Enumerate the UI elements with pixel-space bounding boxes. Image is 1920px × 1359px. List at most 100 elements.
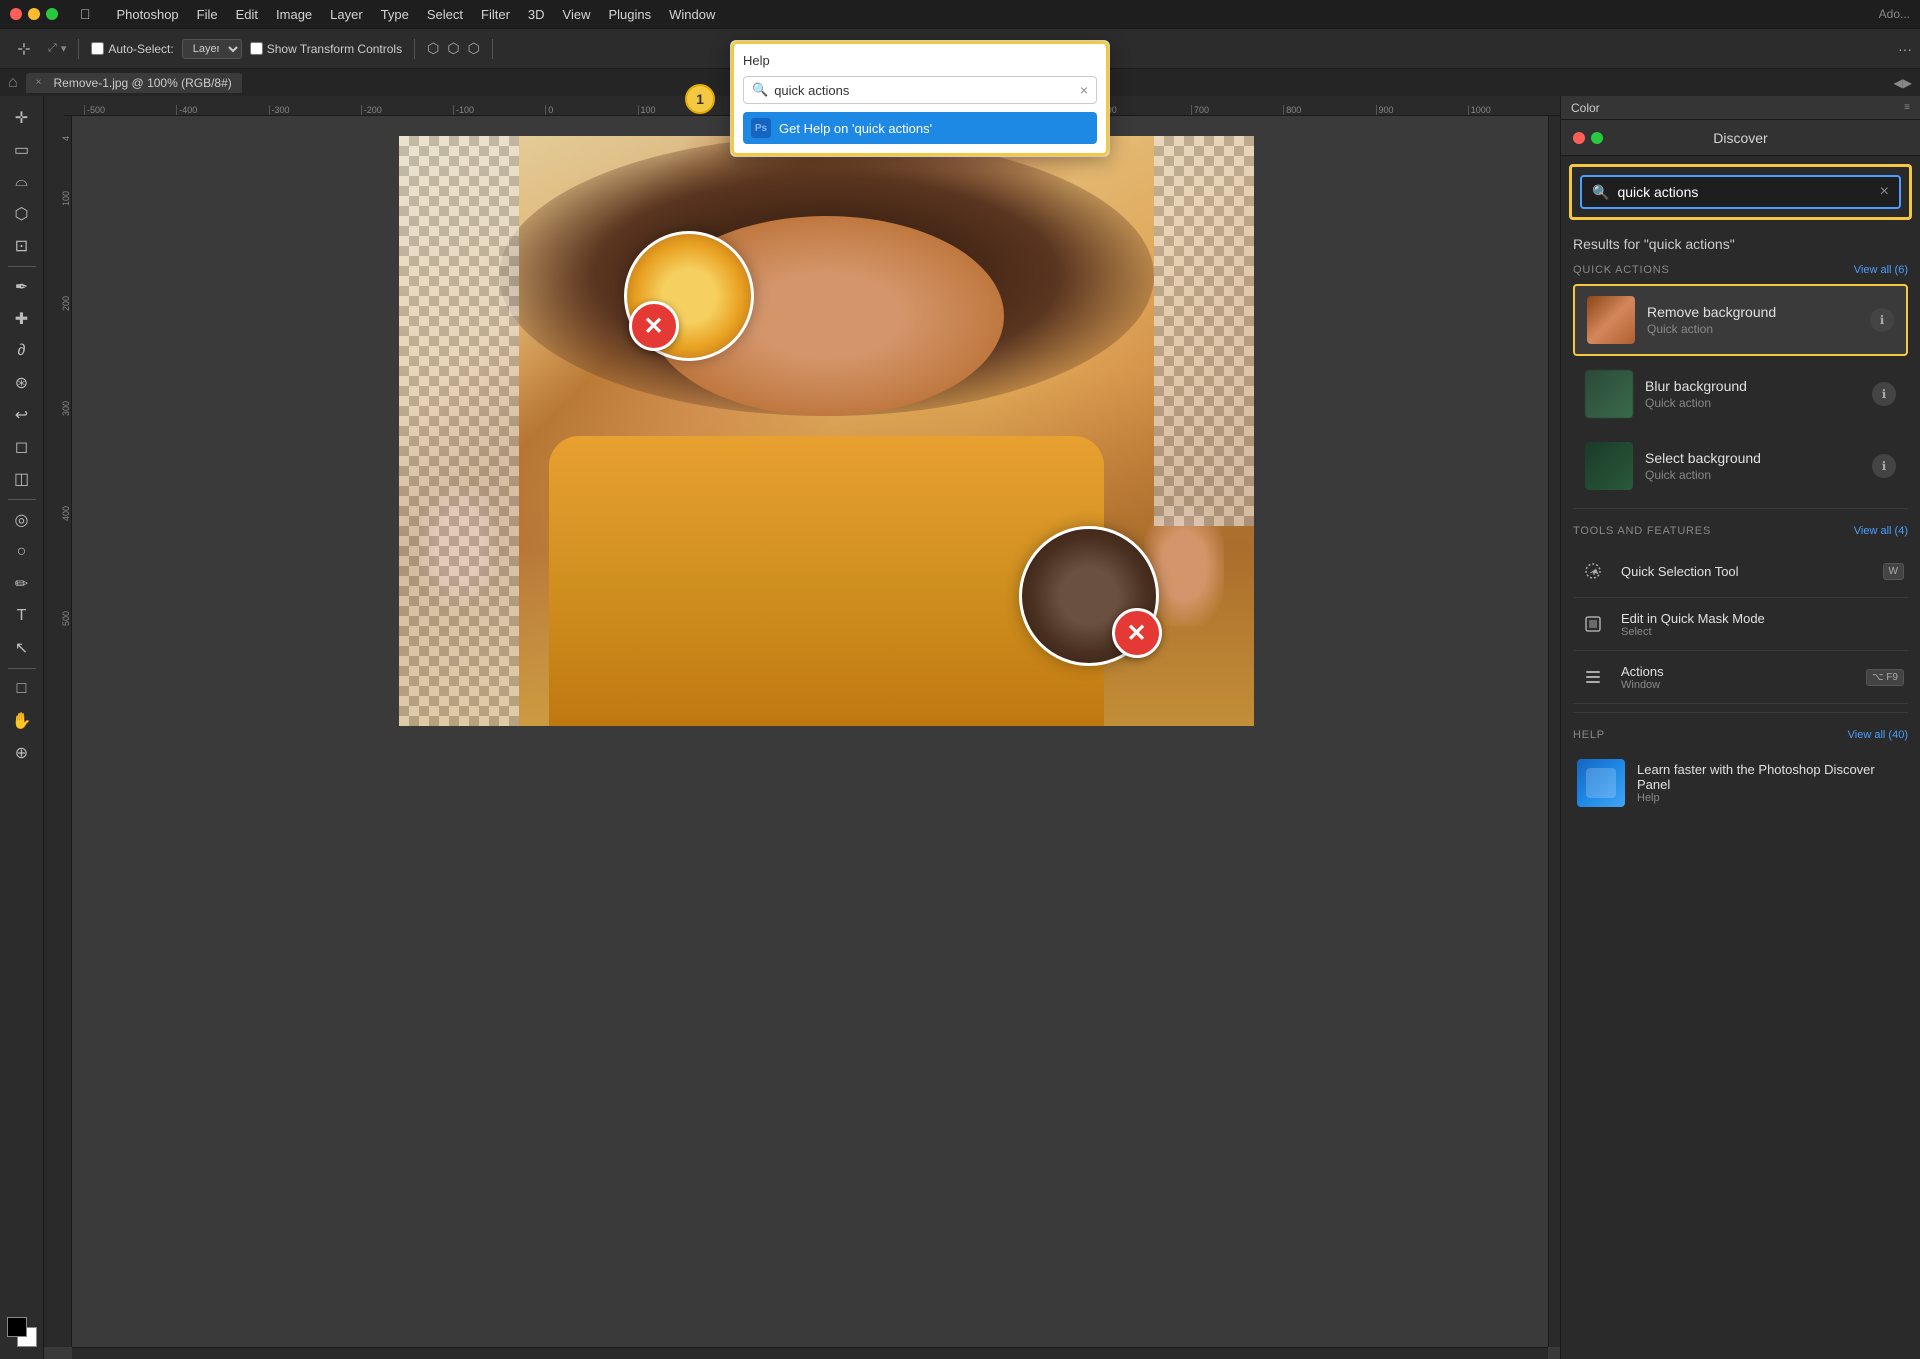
maximize-button[interactable] — [46, 8, 58, 20]
hand-tool[interactable]: ✋ — [6, 707, 38, 735]
remove-background-info-button[interactable]: ℹ — [1870, 308, 1894, 332]
select-background-name: Select background — [1645, 450, 1860, 466]
vertical-scrollbar[interactable] — [1548, 116, 1560, 1347]
discover-maximize[interactable] — [1591, 132, 1603, 144]
quick-selection-tool[interactable]: ⬡ — [6, 200, 38, 228]
zoom-tool[interactable]: ⊕ — [6, 739, 38, 767]
results-heading: Results for "quick actions" — [1573, 236, 1908, 252]
ruler-tick: 1000 — [1468, 105, 1560, 115]
help-clear-button[interactable]: × — [1080, 82, 1088, 98]
help-section-header: HELP View all (40) — [1573, 729, 1908, 741]
minimize-button[interactable] — [28, 8, 40, 20]
history-brush[interactable]: ↩ — [6, 401, 38, 429]
ruler-tick: 800 — [1283, 105, 1375, 115]
separator-3 — [492, 39, 493, 59]
spacer-1 — [1573, 517, 1908, 525]
discover-panel-title: Discover — [1713, 130, 1767, 146]
select-background-info: Select background Quick action — [1645, 450, 1860, 482]
quick-selection-tool-item[interactable]: Quick Selection Tool W — [1573, 545, 1908, 598]
discover-close[interactable] — [1573, 132, 1585, 144]
actions-item[interactable]: Actions Window ⌥ F9 — [1573, 651, 1908, 704]
color-swatches[interactable] — [7, 1317, 37, 1347]
help-result-item[interactable]: Ps Get Help on 'quick actions' — [743, 112, 1097, 144]
type-tool[interactable]: T — [6, 602, 38, 630]
menu-plugins[interactable]: Plugins — [609, 7, 652, 22]
blur-background-card[interactable]: Blur background Quick action ℹ — [1573, 360, 1908, 428]
panel-arrows-icon[interactable]: ◀▶ — [1894, 76, 1912, 90]
pen-tool[interactable]: ✏ — [6, 570, 38, 598]
discover-panel-help-name: Learn faster with the Photoshop Discover… — [1637, 762, 1904, 792]
more-options-icon[interactable]: ··· — [1898, 41, 1912, 57]
separator-2 — [414, 39, 415, 59]
view-all-quick-actions[interactable]: View all (6) — [1854, 264, 1908, 276]
separator-1 — [78, 39, 79, 59]
tab-close-button[interactable]: × — [36, 77, 42, 88]
close-button[interactable] — [10, 8, 22, 20]
ruler-tick: -200 — [361, 105, 453, 115]
blur-background-type: Quick action — [1645, 396, 1860, 410]
ruler-left: 4 100 200 300 400 500 — [44, 116, 72, 1347]
menu-filter[interactable]: Filter — [481, 7, 510, 22]
actions-icon — [1577, 661, 1609, 693]
select-background-info-button[interactable]: ℹ — [1872, 454, 1896, 478]
menu-select[interactable]: Select — [427, 7, 463, 22]
brush-tool[interactable]: ∂ — [6, 337, 38, 365]
shape-tool[interactable]: □ — [6, 675, 38, 703]
path-selection-tool[interactable]: ↖ — [6, 634, 38, 662]
blur-background-info-button[interactable]: ℹ — [1872, 382, 1896, 406]
discover-panel-help-item[interactable]: Learn faster with the Photoshop Discover… — [1573, 749, 1908, 817]
align-left-icon[interactable]: ⬡ — [427, 40, 439, 57]
blur-tool[interactable]: ◎ — [6, 506, 38, 534]
menu-3d[interactable]: 3D — [528, 7, 545, 22]
healing-tool[interactable]: ✚ — [6, 305, 38, 333]
help-search-input[interactable] — [774, 83, 1074, 98]
view-all-tools[interactable]: View all (4) — [1854, 525, 1908, 537]
move-tool-dropdown[interactable]: ▾ — [61, 42, 67, 55]
move-tool-icon[interactable]: ⊹ — [8, 35, 40, 63]
dodge-tool[interactable]: ○ — [6, 538, 38, 566]
menu-photoshop[interactable]: Photoshop — [117, 7, 179, 22]
foreground-color[interactable] — [7, 1317, 27, 1337]
gradient-tool[interactable]: ◫ — [6, 465, 38, 493]
crop-tool[interactable]: ⊡ — [6, 232, 38, 260]
apple-icon:  — [80, 6, 91, 22]
align-right-icon[interactable]: ⬡ — [468, 40, 480, 57]
menu-edit[interactable]: Edit — [236, 7, 258, 22]
remove-background-card[interactable]: Remove background Quick action ℹ 3 — [1573, 284, 1908, 356]
tool-separator-1 — [8, 266, 36, 267]
ruler-tick: -400 — [176, 105, 268, 115]
quick-actions-section-header: QUICK ACTIONS View all (6) — [1573, 264, 1908, 276]
view-all-help[interactable]: View all (40) — [1848, 729, 1908, 741]
menu-layer[interactable]: Layer — [330, 7, 363, 22]
ruler-tick: 0 — [545, 105, 637, 115]
discover-titlebar: Discover — [1561, 120, 1920, 156]
menu-file[interactable]: File — [197, 7, 218, 22]
select-background-card[interactable]: Select background Quick action ℹ — [1573, 432, 1908, 500]
menu-image[interactable]: Image — [276, 7, 312, 22]
menu-window[interactable]: Window — [669, 7, 715, 22]
main-area: ✛ ▭ ⌓ ⬡ ⊡ ✒ ✚ ∂ ⊛ ↩ ◻ ◫ ◎ ○ ✏ T ↖ □ ✋ ⊕ — [0, 96, 1920, 1359]
move-tool[interactable]: ✛ — [6, 104, 38, 132]
auto-select-dropdown[interactable]: Layer — [182, 39, 242, 59]
menu-type[interactable]: Type — [381, 7, 409, 22]
error-marker-bottom: ✕ — [1112, 608, 1162, 658]
search-clear-button[interactable]: × — [1880, 183, 1889, 201]
help-popup: Help 🔍 × Ps Get Help on 'quick actions' … — [730, 40, 1110, 157]
horizontal-scrollbar[interactable] — [72, 1347, 1548, 1359]
quick-mask-mode-item[interactable]: Edit in Quick Mask Mode Select — [1573, 598, 1908, 651]
menu-view[interactable]: View — [563, 7, 591, 22]
clone-tool[interactable]: ⊛ — [6, 369, 38, 397]
transform-controls-checkbox[interactable] — [250, 42, 263, 55]
panel-collapse-icon[interactable]: ≡ — [1904, 102, 1910, 113]
selection-tool[interactable]: ▭ — [6, 136, 38, 164]
eyedropper-tool[interactable]: ✒ — [6, 273, 38, 301]
lasso-tool[interactable]: ⌓ — [6, 168, 38, 196]
actions-info: Actions Window — [1621, 664, 1854, 691]
align-center-icon[interactable]: ⬡ — [447, 40, 459, 57]
home-icon[interactable]: ⌂ — [8, 74, 18, 92]
left-toolbar: ✛ ▭ ⌓ ⬡ ⊡ ✒ ✚ ∂ ⊛ ↩ ◻ ◫ ◎ ○ ✏ T ↖ □ ✋ ⊕ — [0, 96, 44, 1359]
discover-panel-help-info: Learn faster with the Photoshop Discover… — [1637, 762, 1904, 804]
eraser-tool[interactable]: ◻ — [6, 433, 38, 461]
discover-search-input[interactable] — [1617, 184, 1871, 200]
auto-select-checkbox[interactable] — [91, 42, 104, 55]
